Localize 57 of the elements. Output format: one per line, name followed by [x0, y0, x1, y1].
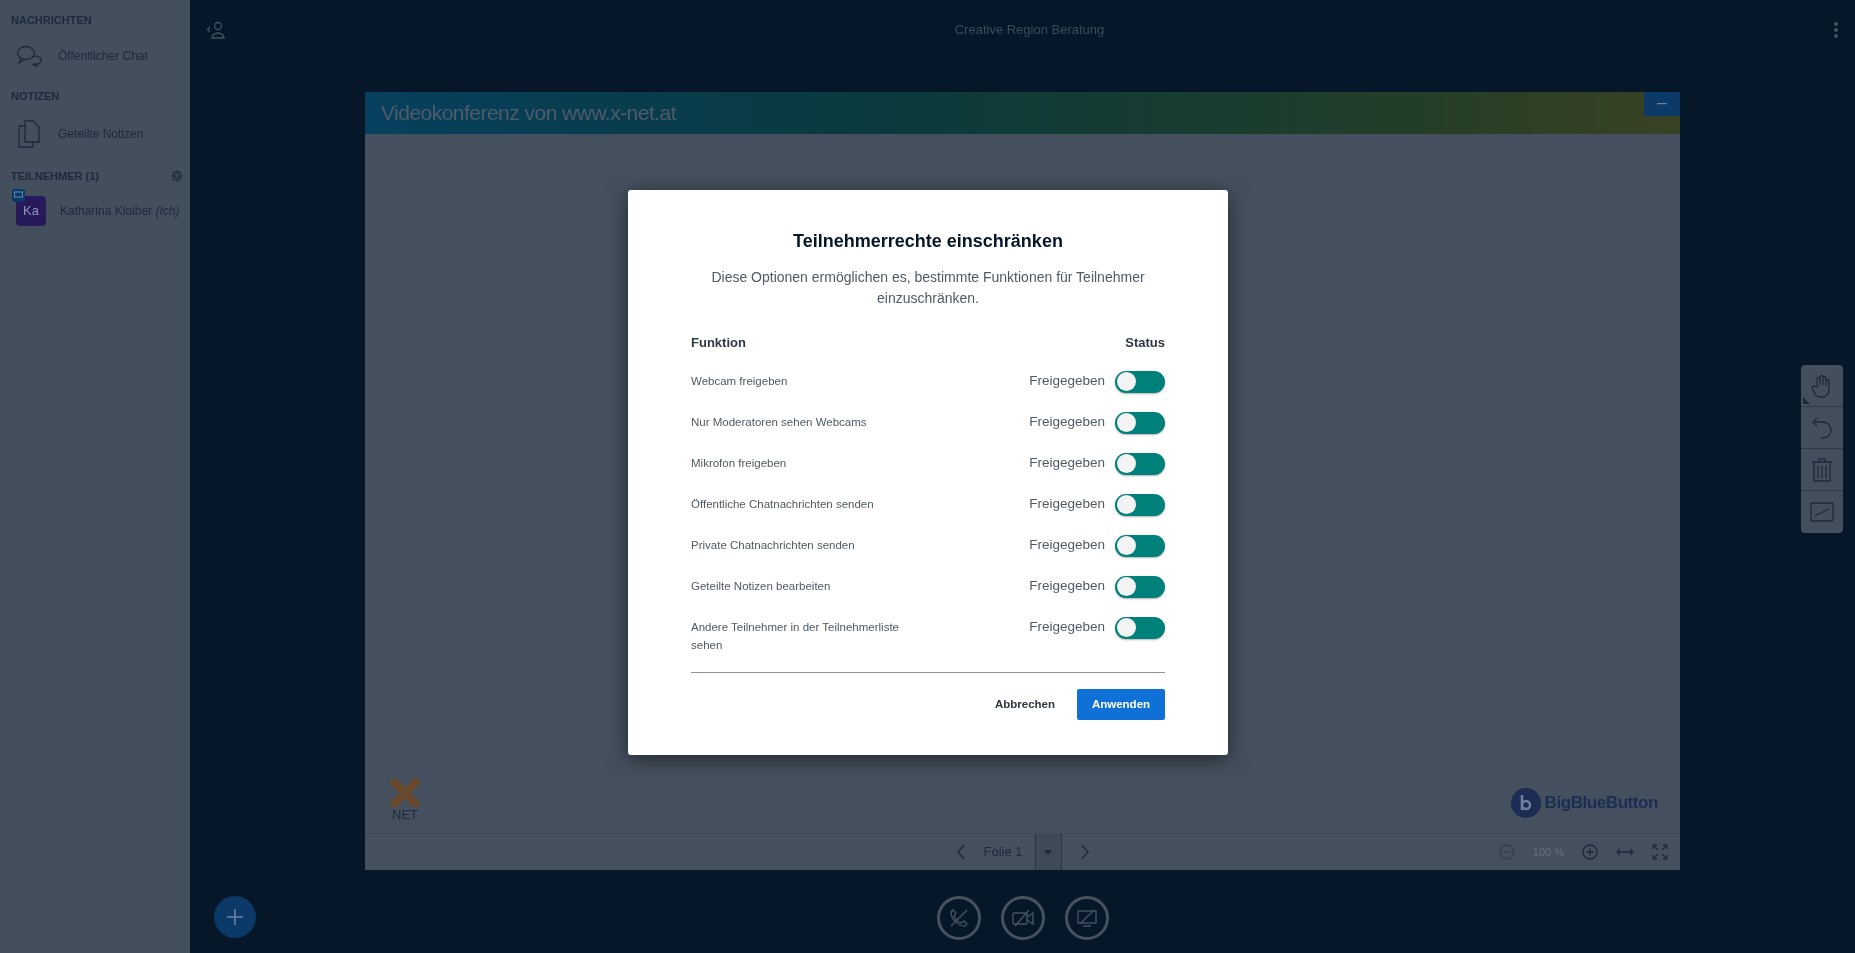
presenter-icon	[12, 189, 25, 202]
status-label: Freigegeben	[1029, 495, 1105, 514]
chat-bubbles-icon	[16, 44, 42, 68]
join-audio-button[interactable]	[936, 895, 981, 940]
status-label: Freigegeben	[1029, 536, 1105, 555]
status-label: Freigegeben	[1029, 618, 1105, 637]
user-list-toggle-icon[interactable]	[206, 21, 226, 39]
documents-icon	[18, 120, 40, 148]
camera-off-icon	[1011, 908, 1034, 927]
chevron-right-icon[interactable]	[1079, 844, 1090, 860]
column-header: Status	[1125, 334, 1165, 352]
caret-icon	[1044, 849, 1052, 855]
more-options-icon[interactable]	[1833, 21, 1839, 39]
toggle-switch[interactable]	[1115, 493, 1165, 516]
trash-icon	[1811, 457, 1833, 482]
corner-triangle-icon	[1803, 397, 1810, 404]
permission-label: Webcam freigeben	[691, 373, 789, 389]
undo-icon	[1811, 415, 1833, 440]
dialog-title: Teilnehmerrechte einschränken	[792, 230, 1064, 253]
apply-button[interactable]: Anwenden	[1077, 688, 1165, 720]
fullscreen-icon[interactable]	[1652, 844, 1668, 860]
permission-label: Andere Teilnehmer in der Teilnehmerliste sehen	[691, 619, 900, 653]
status-label: Freigegeben	[1029, 577, 1105, 596]
column-header: Funktion	[691, 334, 746, 352]
permission-label: Geteilte Notizen bearbeiten	[691, 578, 832, 594]
zoom-in-icon[interactable]	[1582, 844, 1598, 860]
status-label: Freigegeben	[1029, 454, 1105, 473]
chevron-left-icon[interactable]	[955, 844, 966, 860]
dialog-description: Diese Optionen ermöglichen es, bestimmte Funktionen für Teilnehmer einzuschränken.	[710, 268, 1146, 308]
toggle-switch[interactable]	[1115, 370, 1165, 393]
chart-board-icon	[1810, 502, 1834, 522]
hand-icon	[1811, 373, 1833, 398]
slide-dropdown-button[interactable]	[1034, 834, 1062, 870]
screen-off-icon	[1076, 908, 1097, 927]
toggle-switch[interactable]	[1115, 411, 1165, 434]
cancel-button[interactable]: Abbrechen	[988, 687, 1061, 721]
share-webcam-button[interactable]	[1000, 895, 1045, 940]
status-label: Freigegeben	[1029, 372, 1105, 391]
plus-icon	[226, 908, 244, 926]
permission-label: Nur Moderatoren sehen Webcams	[691, 414, 868, 430]
share-screen-button[interactable]	[1064, 895, 1109, 940]
status-label: Freigegeben	[1029, 413, 1105, 432]
phone-off-icon	[948, 907, 969, 928]
add-action-button[interactable]	[214, 896, 256, 938]
minimize-icon	[1657, 103, 1667, 105]
banner-title: Videokonferenz von www.x-net.at	[381, 100, 676, 127]
permission-label: Mikrofon freigeben	[691, 455, 788, 471]
permission-label: Öffentliche Chatnachrichten senden	[691, 496, 875, 512]
toggle-switch[interactable]	[1115, 616, 1165, 639]
minimize-button[interactable]	[1644, 92, 1680, 116]
toggle-switch[interactable]	[1115, 452, 1165, 475]
fit-width-icon[interactable]	[1616, 847, 1634, 857]
toggle-switch[interactable]	[1115, 534, 1165, 557]
meeting-title: Creative Region Beratung	[954, 21, 1105, 40]
gear-icon[interactable]	[170, 169, 184, 183]
permission-label: Private Chatnachrichten senden	[691, 537, 856, 553]
toggle-switch[interactable]	[1115, 575, 1165, 598]
